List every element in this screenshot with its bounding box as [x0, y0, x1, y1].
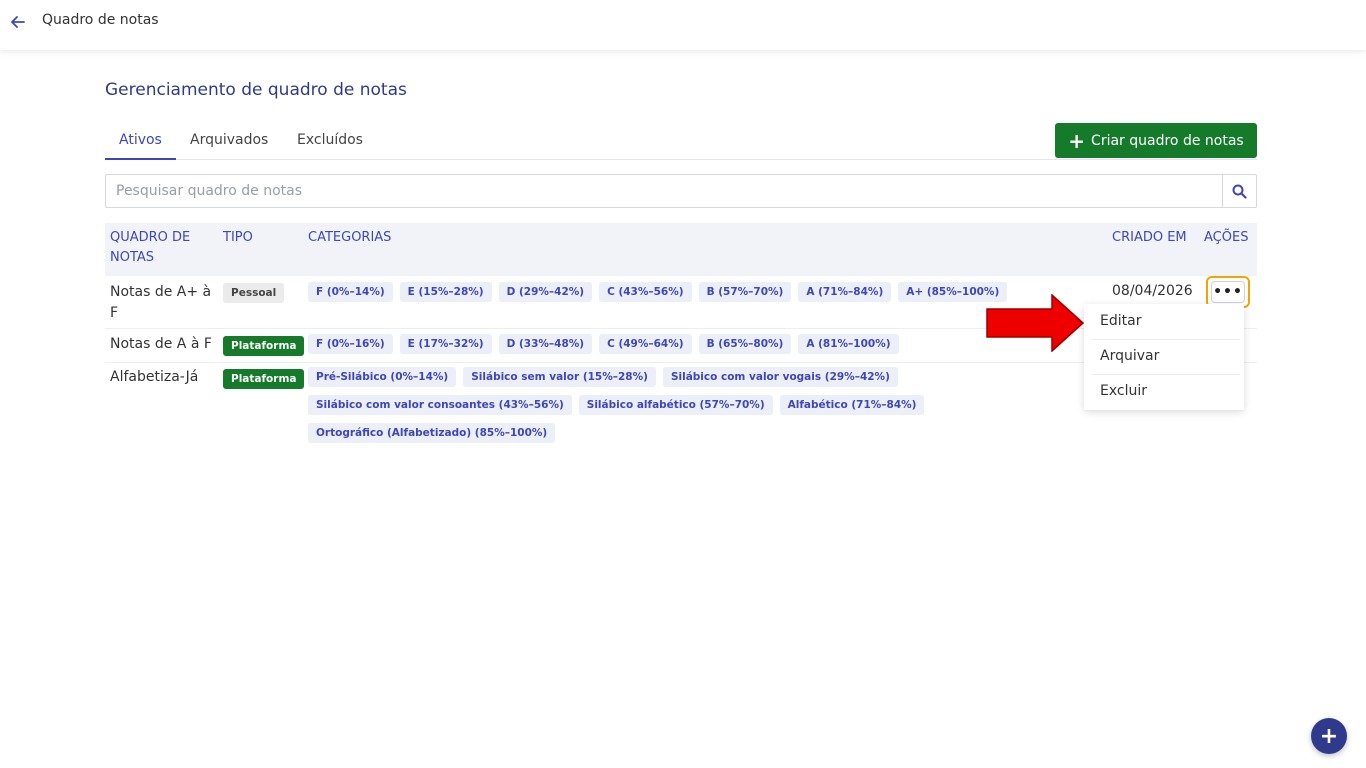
header-categories: CATEGORIAS — [308, 230, 392, 245]
tab-arquivados[interactable]: Arquivados — [176, 124, 282, 160]
category-chip: E (17%–32%) — [399, 334, 492, 354]
floating-add-button[interactable]: + — [1311, 718, 1347, 754]
actions-dropdown-menu: Editar Arquivar Excluir — [1084, 304, 1244, 410]
category-chip: D (29%–42%) — [498, 282, 593, 302]
tab-excluidos[interactable]: Excluídos — [283, 124, 377, 160]
type-badge: Plataforma — [223, 336, 305, 356]
header-type: TIPO — [223, 230, 253, 245]
category-chip: Silábico com valor vogais (29%–42%) — [662, 367, 898, 387]
category-chip: D (33%–48%) — [498, 334, 593, 354]
row-name: Notas de A à F — [110, 336, 212, 352]
type-badge: Pessoal — [223, 283, 285, 303]
category-chip: C (43%–56%) — [599, 282, 692, 302]
category-chip: E (15%–28%) — [399, 282, 492, 302]
plus-icon: + — [1068, 128, 1086, 153]
arrow-left-icon — [11, 16, 25, 28]
row-name: Alfabetiza-Já — [110, 369, 199, 385]
page-title: Gerenciamento de quadro de notas — [105, 80, 407, 100]
tab-ativos[interactable]: Ativos — [105, 124, 176, 160]
category-chip: Silábico alfabético (57%–70%) — [578, 395, 773, 415]
type-badge: Plataforma — [223, 369, 305, 389]
menu-item-excluir[interactable]: Excluir — [1084, 374, 1244, 409]
created-date: 08/04/2026 — [1112, 283, 1193, 299]
table-header: QUADRO DE NOTAS TIPO CATEGORIAS CRIADO E… — [105, 223, 1257, 276]
search-input[interactable] — [105, 174, 1223, 208]
category-chip: A (81%–100%) — [798, 334, 899, 354]
category-chip: Pré-Silábico (0%–14%) — [308, 367, 457, 387]
more-horizontal-icon: ••• — [1211, 281, 1245, 303]
category-chip: C (49%–64%) — [599, 334, 692, 354]
category-chip: F (0%–14%) — [308, 282, 393, 302]
category-chip: Silábico sem valor (15%–28%) — [463, 367, 656, 387]
category-chip: Silábico com valor consoantes (43%–56%) — [308, 395, 572, 415]
category-chip: B (57%–70%) — [698, 282, 792, 302]
row-name: Notas de A+ à F — [110, 284, 212, 321]
category-chip: Alfabético (71%–84%) — [779, 395, 925, 415]
back-button[interactable] — [8, 12, 28, 32]
create-grade-board-button[interactable]: + Criar quadro de notas — [1055, 123, 1257, 158]
search-icon — [1232, 184, 1247, 199]
menu-item-editar[interactable]: Editar — [1084, 304, 1244, 339]
category-chip: B (65%–80%) — [698, 334, 792, 354]
menu-item-arquivar[interactable]: Arquivar — [1084, 339, 1244, 374]
header-actions: AÇÕES — [1204, 230, 1249, 245]
header-created: CRIADO EM — [1112, 230, 1187, 245]
categories-list: Pré-Silábico (0%–14%) Silábico sem valor… — [308, 367, 1158, 443]
red-arrow-annotation — [986, 294, 1084, 352]
category-chip: Ortográfico (Alfabetizado) (85%–100%) — [308, 423, 556, 443]
category-chip: A (71%–84%) — [798, 282, 892, 302]
create-button-label: Criar quadro de notas — [1091, 132, 1244, 149]
category-chip: F (0%–16%) — [308, 334, 393, 354]
topbar-title: Quadro de notas — [42, 12, 159, 28]
search-button[interactable] — [1222, 174, 1257, 208]
top-bar: Quadro de notas — [0, 0, 1366, 50]
header-name: QUADRO DE NOTAS — [110, 230, 191, 265]
